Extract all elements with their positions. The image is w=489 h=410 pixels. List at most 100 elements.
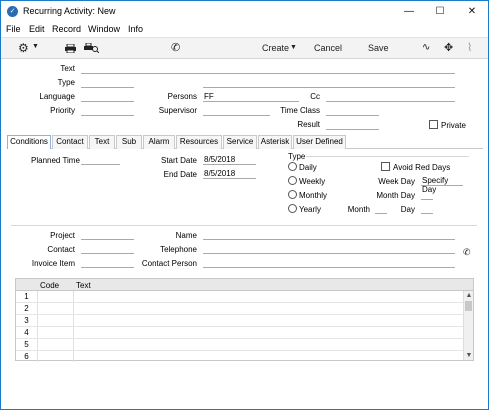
supervisor-label: Supervisor	[158, 106, 197, 115]
text-field[interactable]	[81, 64, 455, 74]
column-header-code[interactable]: Code	[40, 281, 59, 290]
code-cell[interactable]	[38, 315, 74, 326]
table-row[interactable]: 5	[16, 339, 473, 351]
menu-edit[interactable]: Edit	[29, 24, 45, 34]
project-field[interactable]	[81, 230, 134, 240]
result-field[interactable]	[326, 120, 379, 130]
code-cell[interactable]	[38, 291, 74, 302]
cancel-button[interactable]: Cancel	[314, 43, 342, 53]
type-field[interactable]	[81, 78, 134, 88]
scroll-down-icon[interactable]: ▼	[464, 352, 474, 359]
tab-user-defined[interactable]: User Defined	[293, 135, 346, 149]
row-number: 6	[16, 351, 38, 362]
priority-field[interactable]	[81, 106, 134, 116]
planned-time-field[interactable]	[81, 155, 120, 165]
activity-graph-icon[interactable]: ∿	[422, 42, 430, 53]
tab-service[interactable]: Service	[223, 135, 257, 149]
maximize-icon[interactable]: ☐	[425, 1, 455, 22]
menu-bar: File Edit Record Window Info	[1, 22, 488, 37]
attachment-icon[interactable]: ⌇	[467, 41, 472, 54]
month-day-field[interactable]	[421, 190, 433, 200]
contact-field[interactable]	[81, 244, 134, 254]
print-preview-icon[interactable]	[84, 43, 99, 53]
table-row[interactable]: 4	[16, 327, 473, 339]
tab-alarm[interactable]: Alarm	[143, 135, 175, 149]
tab-sub[interactable]: Sub	[116, 135, 142, 149]
code-cell[interactable]	[38, 303, 74, 314]
name-field[interactable]	[203, 230, 455, 240]
persons-field[interactable]: FF	[203, 92, 299, 102]
time-class-field[interactable]	[326, 106, 379, 116]
month-field[interactable]	[375, 204, 387, 214]
create-dropdown-icon[interactable]: ▼	[290, 44, 297, 51]
create-button[interactable]: Create	[262, 43, 289, 53]
tab-asterisk[interactable]: Asterisk	[258, 135, 292, 149]
persons-label: Persons	[167, 92, 197, 101]
row-number: 5	[16, 339, 38, 350]
table-row[interactable]: 2	[16, 303, 473, 315]
menu-file[interactable]: File	[6, 24, 21, 34]
result-label: Result	[297, 120, 320, 129]
time-class-label: Time Class	[280, 106, 320, 115]
menu-info[interactable]: Info	[128, 24, 143, 34]
monthly-label: Monthly	[299, 191, 328, 200]
weekly-radio[interactable]	[288, 176, 297, 185]
menu-window[interactable]: Window	[88, 24, 120, 34]
end-date-label: End Date	[163, 170, 197, 179]
gear-icon[interactable]: ⚙	[18, 41, 29, 55]
end-date-field[interactable]: 8/5/2018	[203, 169, 256, 179]
type-description-field	[203, 78, 455, 88]
type-group-label: Type	[288, 152, 306, 161]
toolbar: ⚙ ▼ ✆ Create ▼ Cancel Save ∿ ✥ ⌇	[1, 37, 488, 59]
printer-icon[interactable]	[65, 44, 76, 53]
grid-scrollbar[interactable]: ▲ ▼	[463, 291, 473, 360]
contact-person-field[interactable]	[203, 258, 455, 268]
cc-field[interactable]	[326, 92, 455, 102]
avoid-red-days-checkbox[interactable]	[381, 162, 390, 171]
row-number: 4	[16, 327, 38, 338]
tab-text[interactable]: Text	[89, 135, 115, 149]
code-cell[interactable]	[38, 339, 74, 350]
close-icon[interactable]: ✕	[457, 1, 487, 22]
invoice-item-label: Invoice Item	[31, 259, 75, 268]
daily-label: Daily	[299, 163, 317, 172]
save-button[interactable]: Save	[368, 43, 389, 53]
dial-phone-icon[interactable]: ✆	[463, 247, 471, 258]
yearly-radio[interactable]	[288, 204, 297, 213]
cc-label: Cc	[310, 92, 320, 101]
tab-conditions[interactable]: Conditions	[7, 135, 51, 149]
chevron-down-icon[interactable]: ▼	[32, 43, 39, 50]
tab-resources[interactable]: Resources	[176, 135, 222, 149]
daily-radio[interactable]	[288, 162, 297, 171]
scroll-up-icon[interactable]: ▲	[464, 292, 474, 299]
menu-record[interactable]: Record	[52, 24, 81, 34]
grid-header: Code Text	[16, 279, 473, 291]
scrollbar-thumb[interactable]	[465, 301, 472, 311]
column-header-text[interactable]: Text	[76, 281, 91, 290]
window-title: Recurring Activity: New	[23, 6, 116, 16]
table-row[interactable]: 3	[16, 315, 473, 327]
month-label: Month	[347, 205, 370, 214]
supervisor-field[interactable]	[203, 106, 270, 116]
table-row[interactable]: 1	[16, 291, 473, 303]
code-cell[interactable]	[38, 327, 74, 338]
language-label: Language	[39, 92, 75, 101]
row-number: 3	[16, 315, 38, 326]
app-window: ✓ Recurring Activity: New — ☐ ✕ File Edi…	[0, 0, 489, 410]
private-checkbox[interactable]	[429, 120, 438, 129]
telephone-field[interactable]	[203, 244, 455, 254]
monthly-radio[interactable]	[288, 190, 297, 199]
day-field[interactable]	[421, 204, 433, 214]
priority-label: Priority	[50, 106, 75, 115]
invoice-item-field[interactable]	[81, 258, 134, 268]
table-row[interactable]: 6	[16, 351, 473, 363]
avoid-red-days-label: Avoid Red Days	[393, 163, 451, 172]
week-day-field[interactable]: Specify Day	[421, 176, 463, 194]
tab-contact[interactable]: Contact	[52, 135, 88, 149]
code-cell[interactable]	[38, 351, 74, 362]
telephone-icon[interactable]: ✆	[171, 41, 180, 54]
expand-icon[interactable]: ✥	[444, 41, 453, 54]
start-date-field[interactable]: 8/5/2018	[203, 155, 256, 165]
minimize-icon[interactable]: —	[394, 1, 424, 22]
language-field[interactable]	[81, 92, 134, 102]
